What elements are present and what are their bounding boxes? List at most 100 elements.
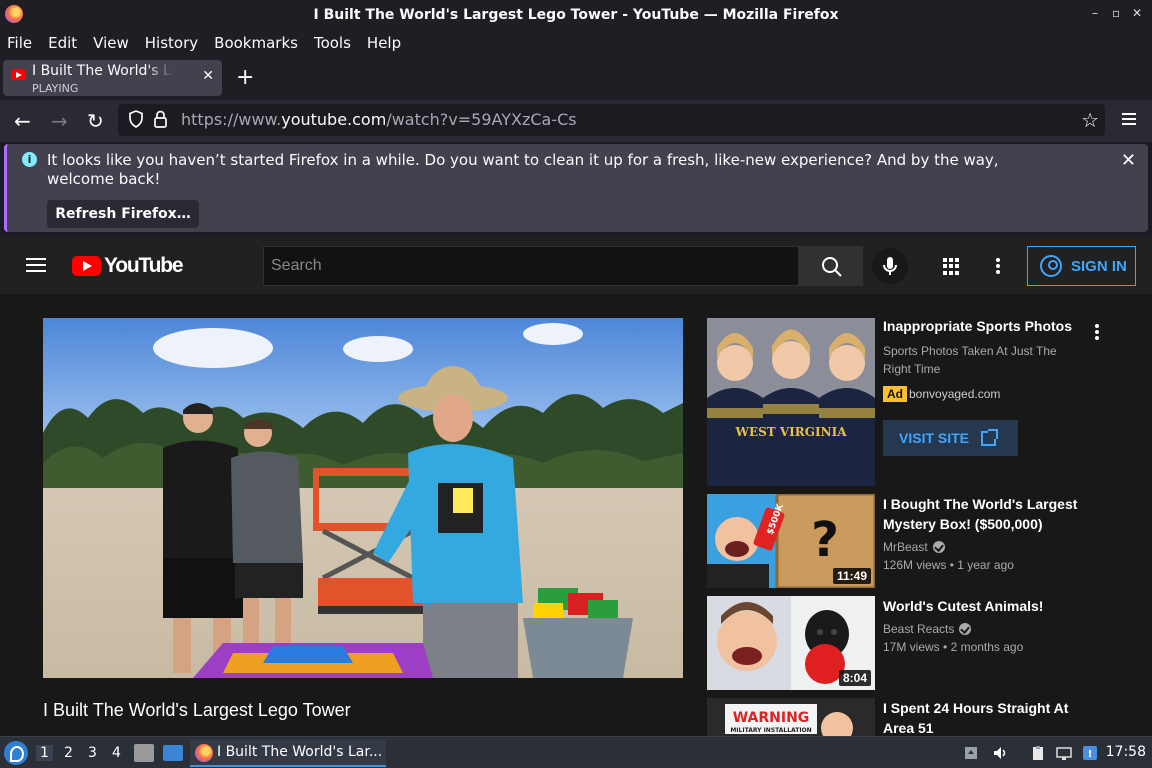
video-duration: 11:49 — [832, 568, 871, 584]
youtube-logo-icon[interactable] — [72, 256, 101, 276]
verified-check-icon — [932, 541, 945, 553]
voice-search-button[interactable] — [872, 248, 908, 284]
app-menu-icon[interactable] — [1122, 113, 1136, 128]
ad-description: Sports Photos Taken At Just The Right Ti… — [883, 344, 1057, 376]
mystery-question-mark: ? — [811, 512, 839, 568]
menu-view[interactable]: View — [93, 34, 129, 52]
youtube-wordmark[interactable]: YouTube — [104, 254, 184, 278]
notification-icon[interactable]: ! — [1082, 745, 1098, 761]
tab-youtube[interactable]: I Built The World's Largest Lego Tower -… — [3, 60, 222, 96]
notification-message: It looks like you haven’t started Firefo… — [47, 151, 999, 188]
url-text[interactable]: https://www.youtube.com/watch?v=59AYXzCa… — [181, 110, 577, 129]
refresh-firefox-notification: i It looks like you haven’t started Fire… — [4, 144, 1148, 232]
recommendation-thumbnail[interactable]: 8:04 — [707, 596, 875, 690]
forward-button[interactable]: → — [51, 109, 68, 133]
firefox-taskbar-icon — [195, 744, 213, 762]
recommendation-title[interactable]: I Bought The World's Largest Mystery Box… — [883, 494, 1078, 534]
taskbar-window-title: I Built The World's Lar... — [217, 744, 383, 760]
url-domain: youtube.com — [281, 110, 387, 129]
notification-close-icon[interactable]: ✕ — [1121, 150, 1136, 171]
microphone-icon — [883, 257, 897, 275]
tab-title: I Built The World's Largest Lego Tower -… — [32, 63, 174, 79]
clipboard-icon[interactable] — [1030, 745, 1046, 761]
channel-name[interactable]: Beast Reacts — [883, 622, 972, 636]
ad-title[interactable]: Inappropriate Sports Photos — [883, 318, 1072, 334]
recommendation-title[interactable]: I Spent 24 Hours Straight At Area 51 — [883, 698, 1078, 736]
visit-site-button[interactable]: VISIT SITE — [883, 420, 1018, 456]
sign-in-button[interactable]: SIGN IN — [1027, 246, 1136, 286]
minimize-button[interactable]: – — [1092, 6, 1098, 20]
menu-edit[interactable]: Edit — [48, 34, 77, 52]
sign-in-label: SIGN IN — [1071, 257, 1127, 275]
search-input[interactable] — [264, 247, 798, 285]
recommendation-thumbnail[interactable]: WARNING MILITARY INSTALLATION — [707, 698, 875, 736]
show-desktop-icon[interactable] — [163, 745, 183, 761]
tab-close-icon[interactable]: ✕ — [202, 68, 214, 84]
workspace-4[interactable]: 4 — [112, 745, 121, 761]
svg-text:!: ! — [1088, 749, 1093, 760]
info-icon: i — [22, 152, 37, 167]
tracking-shield-icon[interactable] — [128, 110, 144, 128]
lock-icon[interactable] — [154, 110, 167, 128]
tab-strip: I Built The World's Largest Lego Tower -… — [0, 56, 1152, 100]
menu-help[interactable]: Help — [367, 34, 401, 52]
recommendation-item[interactable]: 8:04 World's Cutest Animals! Beast React… — [707, 596, 1147, 690]
recommendation-title[interactable]: World's Cutest Animals! — [883, 596, 1078, 616]
maximize-button[interactable]: ▫ — [1112, 6, 1120, 20]
channel-name[interactable]: MrBeast — [883, 540, 945, 554]
settings-more-icon[interactable] — [996, 258, 1000, 276]
workspace-1[interactable]: 1 — [36, 745, 53, 761]
warning-sign-subtext: MILITARY INSTALLATION — [730, 727, 811, 734]
menu-bookmarks[interactable]: Bookmarks — [214, 34, 298, 52]
file-manager-icon[interactable] — [134, 744, 154, 762]
recommendation-thumbnail[interactable]: ? $500K 11:49 — [707, 494, 875, 588]
storage-tray-icon[interactable] — [963, 745, 979, 761]
recommendation-item[interactable]: WARNING MILITARY INSTALLATION I Spent 24… — [707, 698, 1147, 736]
refresh-firefox-button[interactable]: Refresh Firefox… — [47, 200, 199, 228]
search-box[interactable] — [263, 246, 799, 286]
search-button[interactable] — [799, 246, 863, 286]
warning-sign-text: WARNING — [733, 710, 810, 726]
window-titlebar: I Built The World's Largest Lego Tower -… — [0, 0, 1152, 30]
url-prefix: https://www. — [181, 110, 282, 129]
video-cloud — [153, 328, 273, 368]
volume-icon[interactable] — [992, 745, 1008, 761]
recommendation-item[interactable]: ? $500K 11:49 I Bought The World's Large… — [707, 494, 1147, 588]
ad-more-options-icon[interactable] — [1095, 324, 1099, 342]
start-menu-icon[interactable] — [4, 741, 28, 765]
menu-history[interactable]: History — [145, 34, 198, 52]
video-player[interactable] — [43, 318, 683, 678]
video-person-blue-shirt — [373, 366, 523, 678]
guide-menu-icon[interactable] — [26, 258, 46, 276]
apps-grid-icon[interactable] — [943, 258, 960, 275]
close-window-button[interactable]: ✕ — [1132, 6, 1142, 20]
external-link-icon — [981, 428, 999, 446]
new-tab-button[interactable]: + — [236, 65, 254, 90]
reload-button[interactable]: ↻ — [87, 109, 104, 133]
youtube-main: I Built The World's Largest Lego Tower W… — [0, 294, 1152, 736]
workspace-3[interactable]: 3 — [88, 745, 97, 761]
bookmark-star-icon[interactable]: ☆ — [1081, 108, 1099, 132]
url-bar[interactable]: https://www.youtube.com/watch?v=59AYXzCa… — [118, 104, 1105, 136]
video-lego-bucket — [523, 588, 633, 678]
visit-site-label: VISIT SITE — [899, 430, 970, 446]
channel-name-text: Beast Reacts — [883, 622, 955, 636]
menu-file[interactable]: File — [7, 34, 32, 52]
network-icon[interactable] — [1056, 745, 1072, 761]
video-meta: 126M views • 1 year ago — [883, 558, 1014, 572]
video-meta: 17M views • 2 months ago — [883, 640, 1024, 654]
taskbar-firefox-window[interactable]: I Built The World's Lar... — [190, 739, 386, 767]
ad-badge: Ad — [883, 386, 907, 402]
menu-tools[interactable]: Tools — [314, 34, 351, 52]
workspace-2[interactable]: 2 — [64, 745, 73, 761]
video-cloud — [523, 323, 583, 345]
back-button[interactable]: ← — [14, 109, 31, 133]
window-title: I Built The World's Largest Lego Tower -… — [313, 7, 839, 23]
url-path: /watch?v=59AYXzCa-Cs — [386, 110, 577, 129]
firefox-logo-icon — [5, 5, 23, 23]
navigation-bar: ← → ↻ https://www.youtube.com/watch?v=59… — [0, 100, 1152, 142]
view-count: 126M views — [883, 558, 947, 572]
ad-thumbnail[interactable]: WEST VIRGINIA — [707, 318, 875, 486]
ad-domain: bonvoyaged.com — [909, 387, 1001, 401]
desktop-taskbar: 1 2 3 4 I Built The World's Lar... ! 17:… — [0, 736, 1152, 768]
